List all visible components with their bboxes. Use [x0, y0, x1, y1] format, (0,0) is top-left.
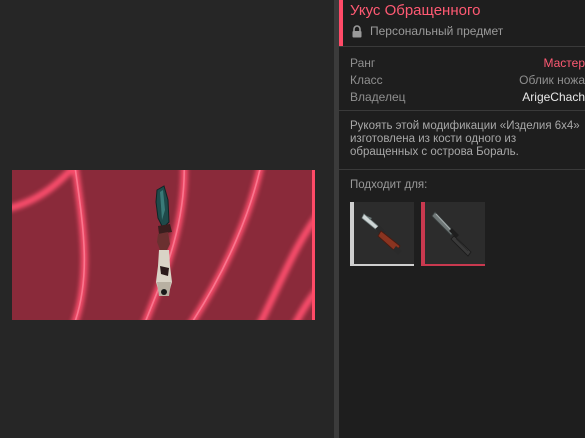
property-value: ArigeChach: [522, 90, 585, 104]
combat-knife-icon: [431, 211, 472, 257]
header-divider: [339, 46, 585, 47]
property-owner: Владелец ArigeChach: [350, 90, 585, 107]
preview-edge-accent: [312, 170, 315, 320]
item-title: Укус Обращенного: [350, 2, 481, 19]
item-description: Рукоять этой модификации «Изделия 6х4» и…: [350, 120, 580, 158]
property-label: Класс: [350, 73, 383, 87]
description-divider: [339, 169, 585, 170]
item-preview: [12, 170, 315, 320]
lock-icon: [352, 25, 362, 38]
property-class: Класс Облик ножа: [350, 73, 585, 90]
property-rank: Ранг Мастер: [350, 56, 585, 73]
preview-area: [0, 0, 334, 438]
item-subtitle: Персональный предмет: [370, 24, 504, 38]
fits-label: Подходит для:: [350, 179, 428, 191]
rarity-accent-bar: [339, 0, 343, 46]
property-label: Владелец: [350, 90, 406, 104]
property-value: Мастер: [543, 56, 585, 70]
item-header: Укус Обращенного Персональный предмет: [339, 0, 585, 46]
property-label: Ранг: [350, 56, 376, 70]
fit-item-bayonet[interactable]: [350, 202, 414, 266]
fit-item-combat-knife[interactable]: [421, 202, 485, 266]
properties-divider: [339, 110, 585, 111]
item-properties: Ранг Мастер Класс Облик ножа Владелец Ar…: [350, 56, 585, 107]
bayonet-knife-icon: [361, 213, 402, 255]
preview-pattern: [12, 170, 315, 320]
item-details-panel: Укус Обращенного Персональный предмет Ра…: [339, 0, 585, 438]
property-value: Облик ножа: [519, 73, 585, 87]
